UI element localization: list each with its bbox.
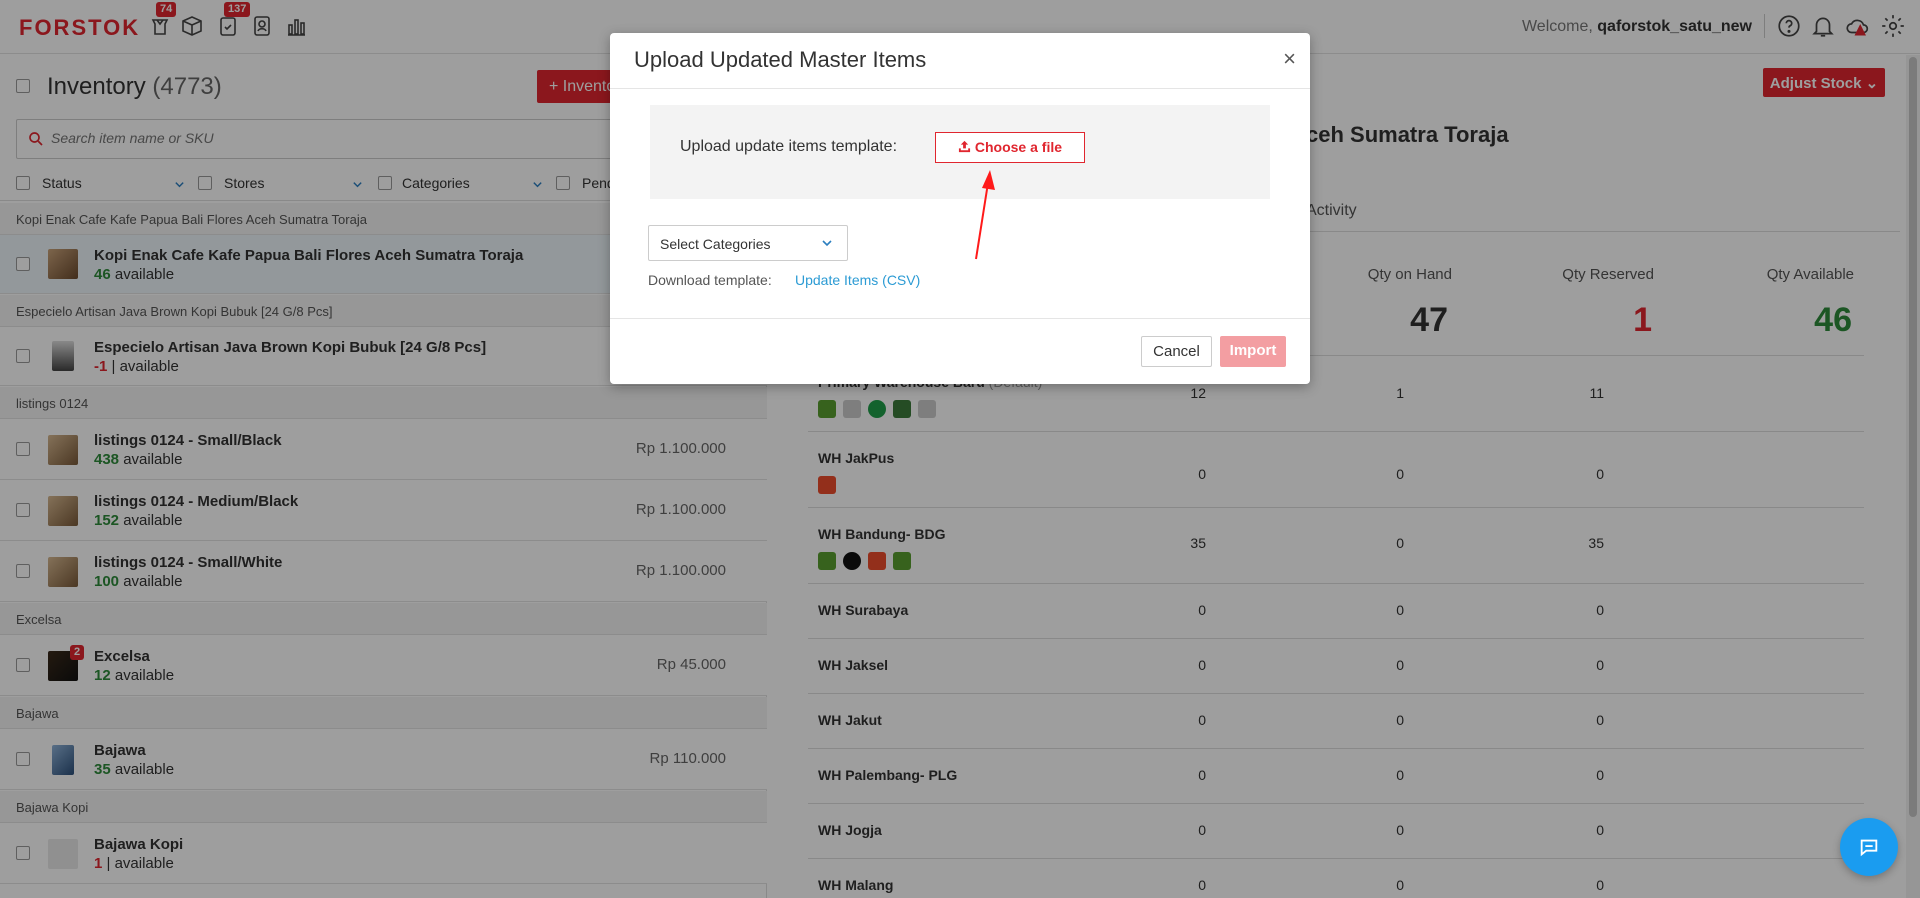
- cancel-button[interactable]: Cancel: [1141, 336, 1212, 367]
- import-button[interactable]: Import: [1220, 336, 1286, 367]
- upload-label: Upload update items template:: [680, 138, 898, 155]
- divider: [610, 318, 1310, 319]
- download-template-label: Download template:: [648, 272, 772, 288]
- chevron-down-icon: [822, 240, 832, 247]
- modal-title: Upload Updated Master Items: [634, 47, 927, 72]
- chat-support-button[interactable]: [1840, 818, 1898, 876]
- upload-modal: Upload Updated Master Items × Upload upd…: [610, 33, 1310, 384]
- select-categories-dropdown[interactable]: Select Categories: [648, 225, 848, 261]
- divider: [610, 88, 1310, 89]
- close-icon[interactable]: ×: [1283, 46, 1296, 72]
- choose-file-button[interactable]: Choose a file: [935, 132, 1085, 163]
- upload-icon: [958, 140, 971, 153]
- download-csv-link[interactable]: Update Items (CSV): [795, 272, 920, 288]
- chat-icon: [1860, 839, 1878, 857]
- upload-area: Upload update items template: Choose a f…: [650, 105, 1270, 199]
